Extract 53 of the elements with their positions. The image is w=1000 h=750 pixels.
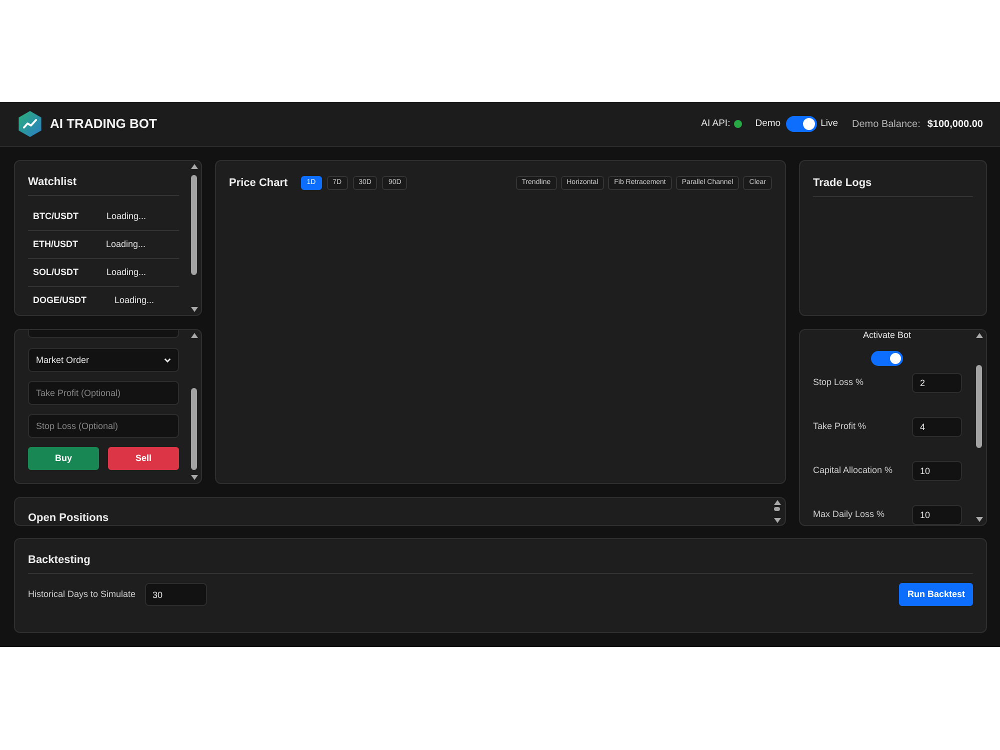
ticker-price: Loading... [106,210,146,223]
setting-input[interactable]: 10 [912,461,962,481]
days-input[interactable]: 30 [144,583,207,606]
scroll-up-icon[interactable] [190,333,198,338]
ticker-price: Loading... [106,238,146,251]
scrollbar-thumb[interactable] [191,388,197,470]
field-label: Historical Days to Simulate [28,588,136,601]
ticker-price: Loading... [114,294,154,308]
setting-label: Max Daily Loss % [813,508,885,522]
scroll-down-icon[interactable] [976,517,982,522]
activate-bot-toggle[interactable] [871,351,903,366]
logo-icon [18,111,42,137]
ticker-symbol: ETH/USDT [33,238,78,251]
ticker-symbol: DOGE/USDT [33,294,87,308]
app-title: AI TRADING BOT [50,115,157,134]
chevron-down-icon [164,358,171,362]
buy-button[interactable]: Buy [28,447,99,470]
sell-button[interactable]: Sell [108,447,179,470]
ticker-price: Loading... [106,266,146,279]
input-field[interactable]: Take Profit (Optional) [28,381,179,405]
panel-title: Price Chart [229,176,288,190]
api-status-label: AI API: [701,116,730,131]
scroll-down-icon[interactable] [190,475,198,480]
scrollbar-thumb[interactable] [191,175,197,275]
scroll-up-icon[interactable] [976,333,982,338]
panel-title: Open Positions [28,511,110,525]
setting-input[interactable]: 2 [912,373,962,393]
ticker-symbol: BTC/USDT [33,210,78,223]
scroll-up-icon[interactable] [774,500,780,505]
input-field[interactable] [28,330,179,338]
mode-toggle[interactable] [786,116,817,132]
ticker-symbol: SOL/USDT [33,266,79,279]
panel-title: Watchlist [28,175,78,189]
balance-label: Demo Balance: [852,118,920,132]
activate-bot-label: Activate Bot [862,330,912,340]
scroll-down-icon[interactable] [190,307,198,312]
scroll-up-icon[interactable] [190,164,198,169]
mode-label: Demo [755,116,781,131]
setting-label: Stop Loss % [813,376,864,390]
scrollbar-thumb[interactable] [976,365,982,448]
balance-value: $100,000.00 [927,118,983,132]
input-field[interactable]: Stop Loss (Optional) [28,414,179,438]
setting-input[interactable]: 10 [912,505,962,525]
mode-label: Live [820,116,838,131]
setting-label: Take Profit % [813,420,866,434]
order-type-dropdown[interactable]: Market Order [28,348,179,372]
panel-title: Trade Logs [813,176,873,190]
scroll-down-icon[interactable] [774,518,780,523]
setting-label: Capital Allocation % [813,464,893,478]
panel-title: Backtesting [28,553,92,567]
scrollbar-thumb[interactable] [774,507,780,511]
setting-input[interactable]: 4 [912,417,962,437]
run-backtest-button[interactable]: Run Backtest [899,583,973,606]
